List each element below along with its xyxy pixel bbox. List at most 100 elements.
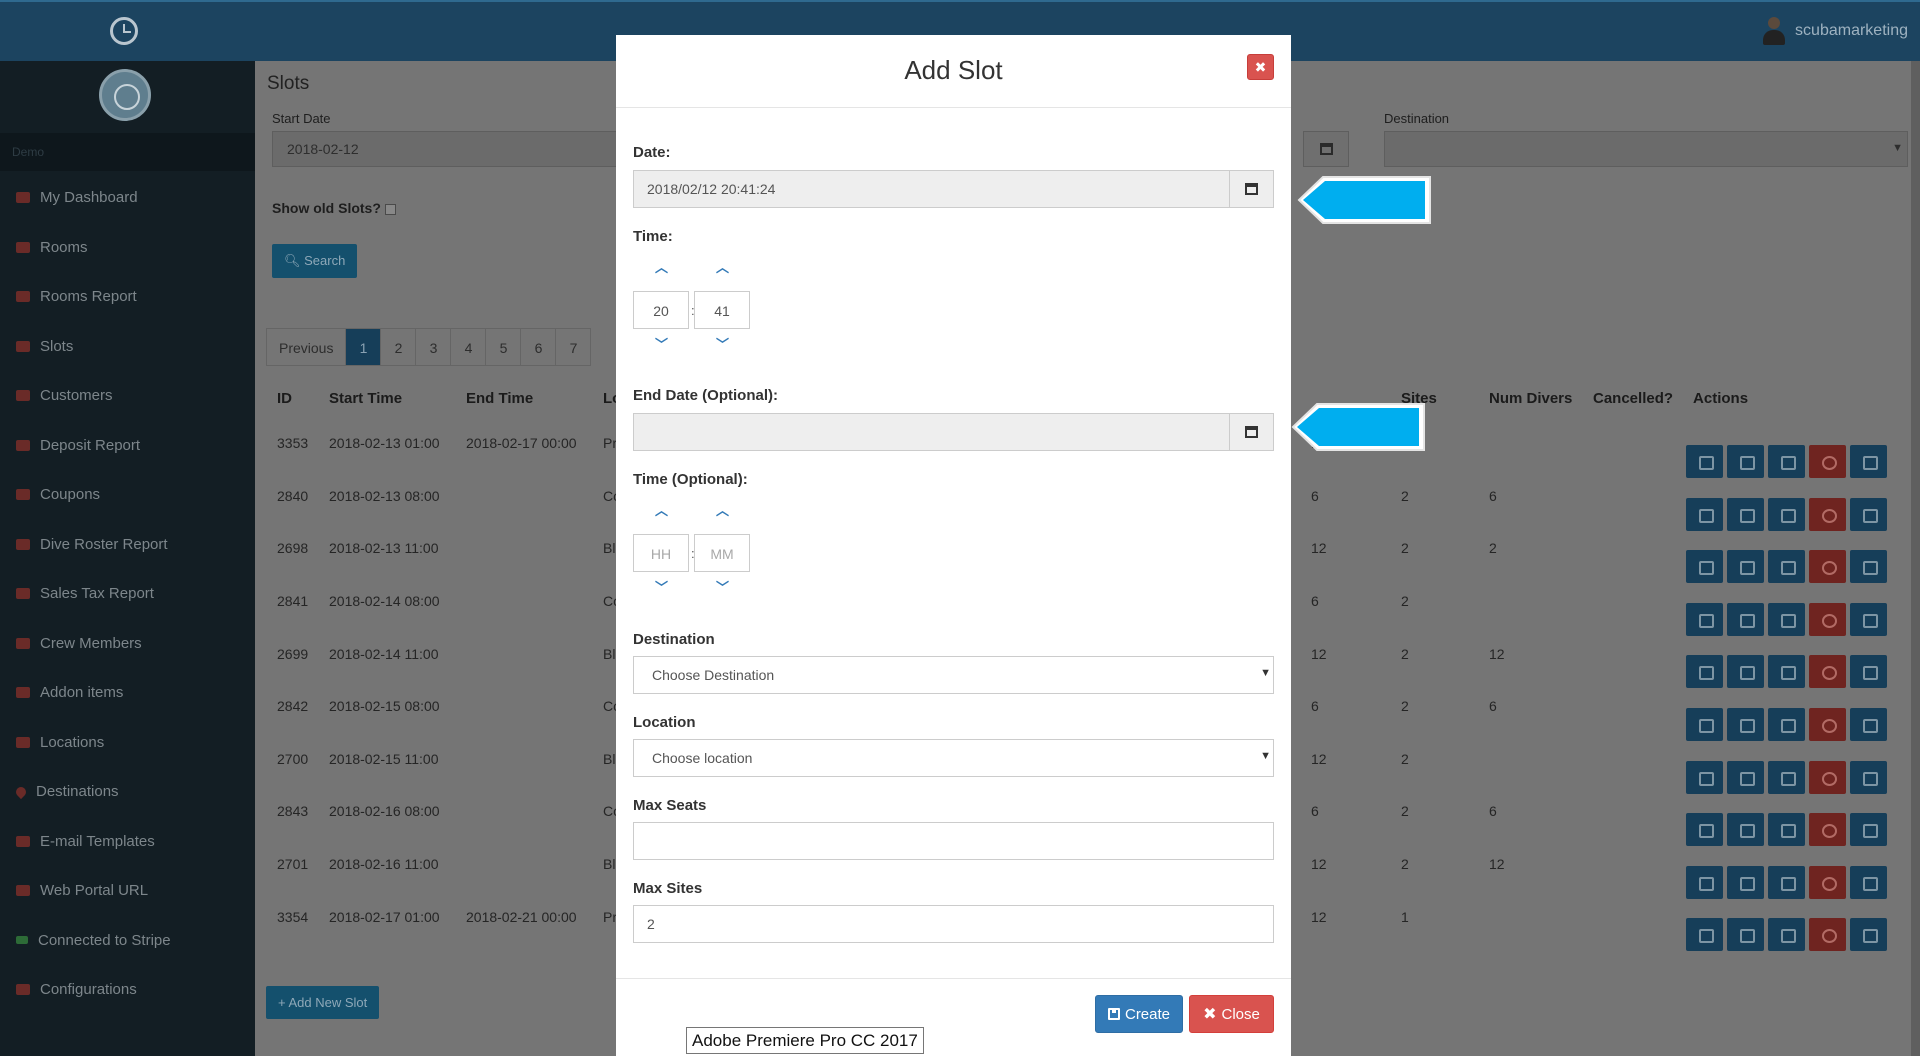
leaf-icon[interactable] [1768, 707, 1805, 741]
minute-up-chevron-icon[interactable]: ︿ [716, 504, 729, 517]
pager-page-6[interactable]: 6 [520, 328, 557, 366]
calendar-icon[interactable] [1850, 550, 1887, 584]
power-icon[interactable] [1809, 445, 1846, 478]
calendar-icon[interactable] [1850, 707, 1887, 741]
edit-icon[interactable] [1686, 655, 1723, 689]
users-icon[interactable] [1727, 813, 1764, 847]
create-button[interactable]: Create [1095, 995, 1183, 1033]
power-icon[interactable] [1809, 550, 1846, 584]
pager-page-7[interactable]: 7 [555, 328, 592, 366]
end-date-input[interactable] [633, 413, 1230, 451]
date-calendar-button[interactable] [1230, 170, 1274, 208]
calendar-icon[interactable] [1850, 813, 1887, 847]
calendar-icon[interactable] [1850, 918, 1887, 952]
start-date-input[interactable]: 2018-02-12 [272, 131, 632, 167]
leaf-icon[interactable] [1768, 865, 1805, 899]
leaf-icon[interactable] [1768, 497, 1805, 531]
power-icon[interactable] [1809, 602, 1846, 636]
edit-icon[interactable] [1686, 865, 1723, 899]
power-icon[interactable] [1809, 760, 1846, 794]
pager-page-1[interactable]: 1 [345, 328, 382, 366]
filter-end-date-calendar-button[interactable] [1303, 131, 1349, 167]
close-button[interactable]: ✖ Close [1189, 995, 1274, 1033]
leaf-icon[interactable] [1768, 655, 1805, 689]
leaf-icon[interactable] [1768, 760, 1805, 794]
search-button[interactable]: 🔍︎ Search [272, 244, 358, 278]
edit-icon[interactable] [1686, 760, 1723, 794]
page-scrollbar[interactable] [1911, 61, 1920, 1056]
power-icon[interactable] [1809, 655, 1846, 689]
minute-down-chevron-icon[interactable]: ﹀ [716, 581, 729, 594]
sidebar-item-addon-items[interactable]: Addon items [0, 668, 255, 718]
sidebar-item-crew-members[interactable]: Crew Members [0, 619, 255, 669]
sidebar-item-rooms-report[interactable]: Rooms Report [0, 272, 255, 322]
sidebar-item-destinations[interactable]: Destinations [0, 767, 255, 817]
users-icon[interactable] [1727, 918, 1764, 952]
users-icon[interactable] [1727, 550, 1764, 584]
add-new-slot-button[interactable]: + Add New Slot [266, 986, 380, 1019]
calendar-icon[interactable] [1850, 865, 1887, 899]
edit-icon[interactable] [1686, 497, 1723, 531]
leaf-icon[interactable] [1768, 602, 1805, 636]
pager-page-4[interactable]: 4 [450, 328, 487, 366]
sidebar-item-customers[interactable]: Customers [0, 371, 255, 421]
max-seats-input[interactable] [633, 822, 1274, 860]
user-menu[interactable]: scubamarketing [1763, 17, 1908, 45]
minute-down-chevron-icon[interactable]: ﹀ [716, 338, 729, 351]
calendar-icon[interactable] [1850, 760, 1887, 794]
location-select[interactable]: Choose location ▼ [633, 739, 1274, 777]
users-icon[interactable] [1727, 445, 1764, 478]
minute-input[interactable]: 41 [694, 291, 750, 329]
calendar-icon[interactable] [1850, 655, 1887, 689]
sidebar-item-coupons[interactable]: Coupons [0, 470, 255, 520]
sidebar-item-email-templates[interactable]: E-mail Templates [0, 817, 255, 867]
max-sites-input[interactable]: 2 [633, 905, 1274, 943]
destination-filter-select[interactable]: ▼ [1384, 131, 1908, 167]
users-icon[interactable] [1727, 707, 1764, 741]
edit-icon[interactable] [1686, 813, 1723, 847]
sidebar-item-sales-tax-report[interactable]: Sales Tax Report [0, 569, 255, 619]
date-input[interactable]: 2018/02/12 20:41:24 [633, 170, 1230, 208]
users-icon[interactable] [1727, 497, 1764, 531]
sidebar-item-connected-to-stripe[interactable]: Connected to Stripe [0, 916, 255, 966]
power-icon[interactable] [1809, 497, 1846, 531]
pager-previous[interactable]: Previous [266, 328, 347, 366]
pager-page-2[interactable]: 2 [380, 328, 417, 366]
hour-down-chevron-icon[interactable]: ﹀ [655, 581, 668, 594]
sidebar-item-configurations[interactable]: Configurations [0, 965, 255, 1015]
hour-up-chevron-icon[interactable]: ︿ [655, 261, 668, 274]
users-icon[interactable] [1727, 760, 1764, 794]
hour-up-chevron-icon[interactable]: ︿ [655, 504, 668, 517]
calendar-icon[interactable] [1850, 445, 1887, 478]
leaf-icon[interactable] [1768, 445, 1805, 478]
power-icon[interactable] [1809, 865, 1846, 899]
destination-select[interactable]: Choose Destination ▼ [633, 656, 1274, 694]
sidebar-item-dive-roster-report[interactable]: Dive Roster Report [0, 520, 255, 570]
sidebar-item-deposit-report[interactable]: Deposit Report [0, 421, 255, 471]
modal-close-icon[interactable]: ✖ [1247, 54, 1274, 80]
edit-icon[interactable] [1686, 445, 1723, 478]
show-old-slots-checkbox[interactable] [384, 203, 396, 215]
end-date-calendar-button[interactable] [1230, 413, 1274, 451]
power-icon[interactable] [1809, 813, 1846, 847]
hour-input[interactable]: 20 [633, 291, 689, 329]
edit-icon[interactable] [1686, 602, 1723, 636]
sidebar-item-slots[interactable]: Slots [0, 322, 255, 372]
power-icon[interactable] [1809, 707, 1846, 741]
hour-down-chevron-icon[interactable]: ﹀ [655, 338, 668, 351]
calendar-icon[interactable] [1850, 497, 1887, 531]
pager-page-5[interactable]: 5 [485, 328, 522, 366]
pager-page-3[interactable]: 3 [415, 328, 452, 366]
sidebar-item-my-dashboard[interactable]: My Dashboard [0, 173, 255, 223]
sidebar-item-locations[interactable]: Locations [0, 718, 255, 768]
edit-icon[interactable] [1686, 918, 1723, 952]
edit-icon[interactable] [1686, 550, 1723, 584]
clock-icon[interactable] [110, 17, 138, 45]
sidebar-item-web-portal-url[interactable]: Web Portal URL [0, 866, 255, 916]
calendar-icon[interactable] [1850, 602, 1887, 636]
minute-up-chevron-icon[interactable]: ︿ [716, 261, 729, 274]
leaf-icon[interactable] [1768, 550, 1805, 584]
power-icon[interactable] [1809, 918, 1846, 952]
optional-hour-input[interactable]: HH [633, 534, 689, 572]
edit-icon[interactable] [1686, 707, 1723, 741]
